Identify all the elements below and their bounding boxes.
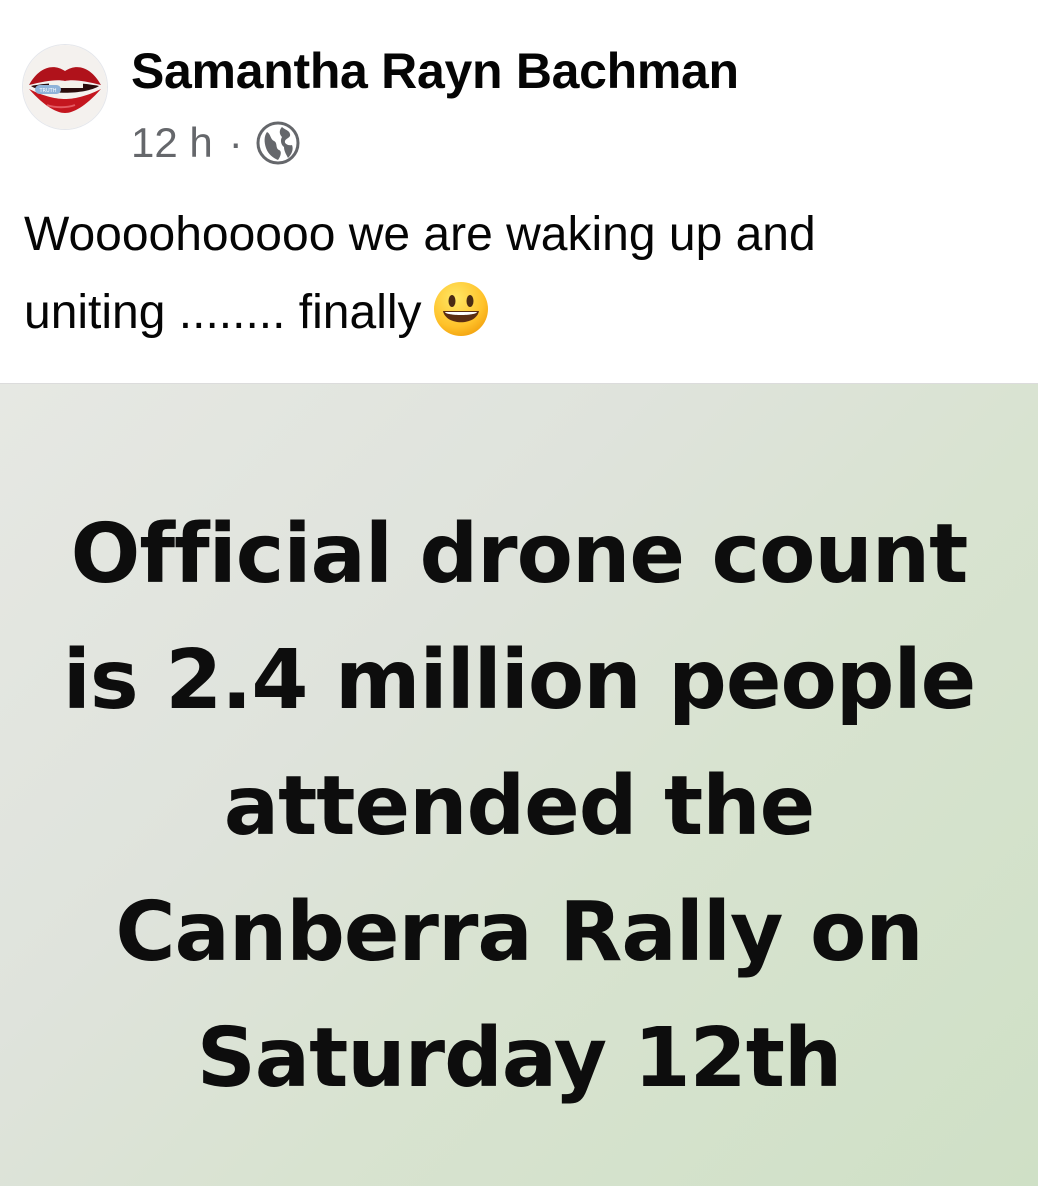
image-text-line: Official drone count — [70, 507, 969, 602]
svg-text:TRUTH: TRUTH — [38, 88, 56, 94]
caption-line-with-emoji: uniting ........ finally — [24, 274, 1014, 352]
caption-line: Woooohooooo we are waking up and — [24, 208, 816, 261]
image-text-line: Saturday 12th — [196, 1011, 843, 1106]
post-meta: 12 h · — [131, 118, 301, 168]
image-text-line: attended the — [223, 759, 815, 854]
author-name[interactable]: Samantha Rayn Bachman — [131, 42, 739, 100]
image-text-line: Canberra Rally on — [115, 885, 923, 980]
author-avatar[interactable]: TRUTH — [22, 44, 108, 130]
smiley-emoji-icon — [432, 280, 490, 338]
post-caption: Woooohooooo we are waking up and uniting… — [24, 196, 1014, 352]
image-text: Official drone count is 2.4 million peop… — [0, 492, 1038, 1122]
avatar-lips-icon: TRUTH — [23, 45, 107, 129]
post-image[interactable]: Official drone count is 2.4 million peop… — [0, 384, 1038, 1186]
caption-line: uniting ........ finally — [24, 286, 422, 339]
globe-icon[interactable] — [255, 120, 301, 166]
post-timestamp[interactable]: 12 h — [131, 119, 213, 167]
meta-separator: · — [228, 119, 243, 166]
post-header: TRUTH Samantha Rayn Bachman 12 h · Woooo… — [0, 0, 1038, 384]
facebook-post: TRUTH Samantha Rayn Bachman 12 h · Woooo… — [0, 0, 1038, 1186]
image-text-line: is 2.4 million people — [62, 633, 976, 728]
